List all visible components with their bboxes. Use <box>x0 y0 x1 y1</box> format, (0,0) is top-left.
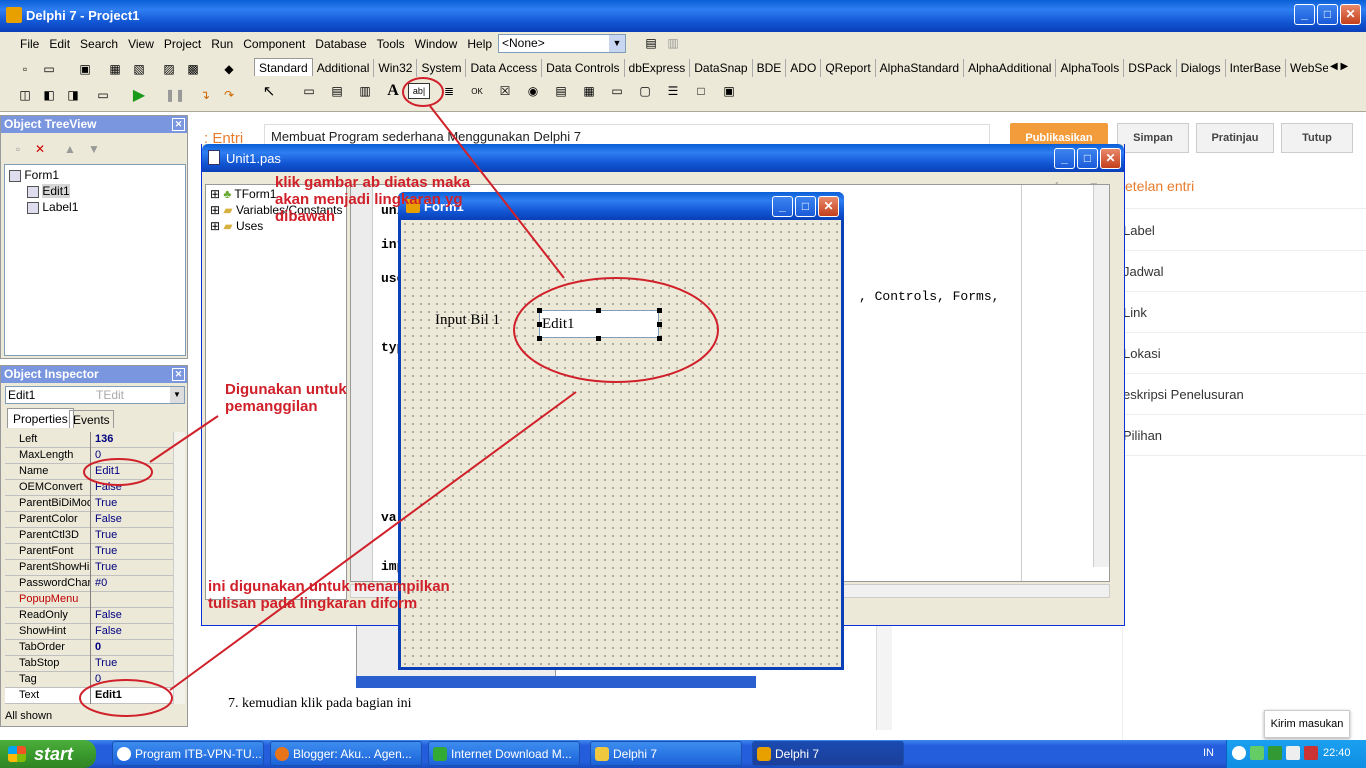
vpn-icon <box>117 747 131 761</box>
annotation-text-3: ini digunakan untuk menampilkan tulisan … <box>208 578 450 612</box>
annotation-overlay <box>79 77 719 717</box>
annotation-circle-palette <box>402 77 444 107</box>
annotation-line-2 <box>149 415 219 463</box>
annotation-line-3 <box>169 391 577 691</box>
delphi-icon <box>757 747 771 761</box>
annotation-circle-name <box>83 458 153 486</box>
windows-logo-icon <box>8 746 26 762</box>
task-idm[interactable]: Internet Download M... <box>428 741 580 766</box>
tray-icon-5[interactable] <box>1304 746 1318 760</box>
tray-icon-4[interactable] <box>1286 746 1300 760</box>
annotation-circle-text <box>79 679 173 717</box>
start-button[interactable]: start <box>0 740 96 768</box>
annotation-circle-form <box>513 277 719 383</box>
clock: 22:40 <box>1323 747 1351 759</box>
download-icon <box>433 747 447 761</box>
annotation-text-2: Digunakan untuk pemanggilan <box>225 381 347 415</box>
task-vpn[interactable]: Program ITB-VPN-TU... <box>112 741 264 766</box>
folder-icon <box>595 747 609 761</box>
tray-icon-3[interactable] <box>1268 746 1282 760</box>
firefox-icon <box>275 747 289 761</box>
language-indicator[interactable]: IN <box>1203 747 1214 759</box>
tray-icon-2[interactable] <box>1250 746 1264 760</box>
annotation-text-1: klik gambar ab diatas maka akan menjadi … <box>275 174 471 225</box>
tray-icon-1[interactable] <box>1232 746 1246 760</box>
task-delphi[interactable]: Delphi 7 <box>752 741 904 766</box>
task-blogger[interactable]: Blogger: Aku... Agen... <box>270 741 422 766</box>
task-delphi-folder[interactable]: Delphi 7 <box>590 741 742 766</box>
